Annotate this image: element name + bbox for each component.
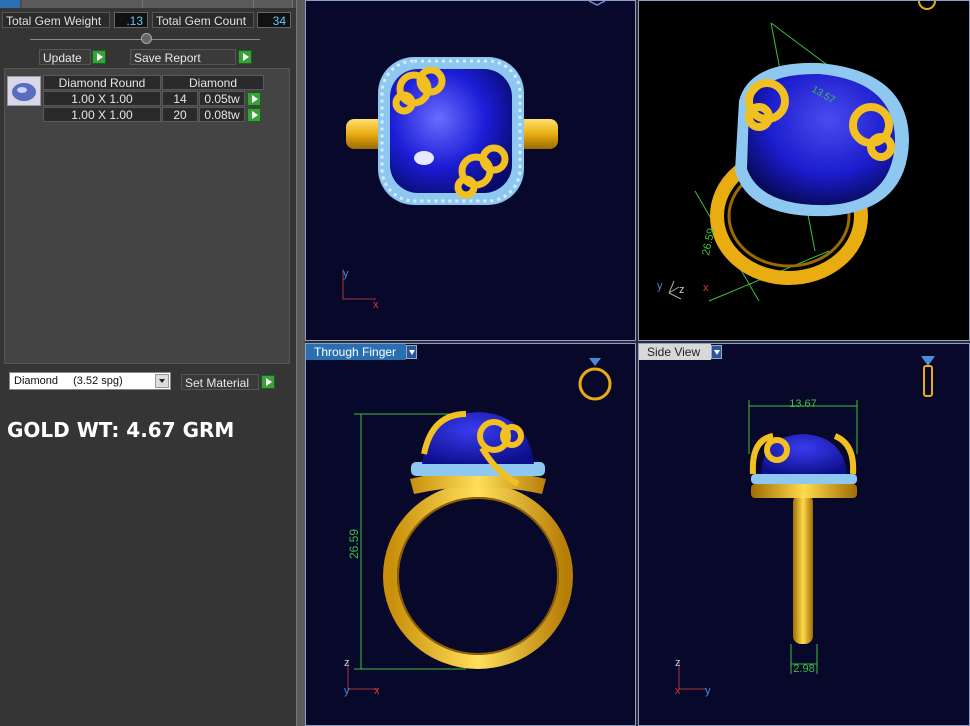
side-width-label: 13.67: [789, 398, 817, 410]
update-go-icon[interactable]: [92, 50, 106, 64]
svg-text:z: z: [344, 657, 350, 669]
svg-text:x: x: [675, 685, 681, 697]
table-header-material: Diamond: [162, 75, 264, 90]
svg-text:y: y: [344, 685, 350, 697]
diamond-thumbnail[interactable]: [7, 76, 41, 106]
ring-thumbnail-icon: [578, 358, 612, 401]
axis-y-label: y: [343, 268, 349, 280]
row-go-icon[interactable]: [247, 92, 261, 106]
viewport-perspective[interactable]: 26.59 13.57 y z x: [638, 0, 970, 341]
total-gem-count-label: Total Gem Count: [152, 12, 254, 28]
total-gem-weight-value: .13: [114, 12, 148, 28]
shank-width-label: 2.98: [793, 663, 814, 675]
viewport-top[interactable]: y x: [305, 0, 636, 341]
viewport-side-view[interactable]: 13.67 2.98 z x y Side View: [638, 343, 970, 726]
total-gem-weight-label: Total Gem Weight: [2, 12, 110, 28]
set-material-button[interactable]: Set Material: [181, 374, 259, 390]
side-thumbnail-icon: [921, 356, 935, 397]
panel-splitter[interactable]: [296, 0, 305, 726]
axis-x-label: x: [373, 299, 379, 311]
svg-text:z: z: [679, 284, 685, 296]
diamond-round-icon: [12, 83, 36, 101]
save-report-button[interactable]: Save Report: [130, 49, 236, 65]
ring-perspective-view: 26.59 13.57 y z x: [657, 1, 936, 302]
view-dropdown-icon[interactable]: [711, 345, 722, 359]
panel-menu-icon[interactable]: [0, 0, 20, 8]
svg-text:y: y: [657, 280, 663, 292]
panel-tab[interactable]: [254, 0, 293, 8]
material-select-detail: (3.52 spg): [73, 375, 123, 387]
panel-tab[interactable]: [22, 0, 143, 8]
table-cell-size: 1.00 X 1.00: [43, 107, 161, 122]
tab-side-view[interactable]: Side View: [639, 344, 711, 360]
row-go-icon[interactable]: [247, 108, 261, 122]
material-select-value: Diamond: [14, 375, 59, 387]
front-dimension-label: 26.59: [347, 529, 361, 559]
ring-front-view: 26.59 z y x: [344, 358, 612, 697]
ring-side-view: 13.67 2.98 z x y: [675, 356, 935, 697]
collapse-toggle-icon[interactable]: [141, 33, 152, 44]
svg-text:z: z: [675, 657, 681, 669]
table-cell-count: 14: [162, 91, 198, 106]
table-cell-size: 1.00 X 1.00: [43, 91, 161, 106]
gold-weight-text: GOLD WT: 4.67 GRM: [7, 418, 235, 442]
total-gem-count-value: 34: [257, 12, 291, 28]
table-cell-weight: 0.05tw: [199, 91, 245, 106]
svg-text:x: x: [374, 685, 380, 697]
view-dropdown-icon[interactable]: [406, 345, 417, 359]
ring-top-view: y x: [342, 1, 606, 311]
svg-text:x: x: [703, 282, 709, 294]
table-cell-weight: 0.08tw: [199, 107, 245, 122]
update-button[interactable]: Update: [39, 49, 91, 65]
svg-text:y: y: [705, 685, 711, 697]
table-header-shape: Diamond Round: [43, 75, 161, 90]
tab-through-finger[interactable]: Through Finger: [306, 344, 406, 360]
panel-tab[interactable]: [143, 0, 254, 8]
save-report-go-icon[interactable]: [238, 50, 252, 64]
chevron-down-icon[interactable]: [155, 374, 169, 388]
viewport-through-finger[interactable]: 26.59 z y x Through Finger: [305, 343, 636, 726]
dimension-label: 26.59: [700, 227, 717, 256]
set-material-go-icon[interactable]: [261, 375, 275, 389]
material-select[interactable]: Diamond (3.52 spg): [9, 372, 171, 390]
table-cell-count: 20: [162, 107, 198, 122]
